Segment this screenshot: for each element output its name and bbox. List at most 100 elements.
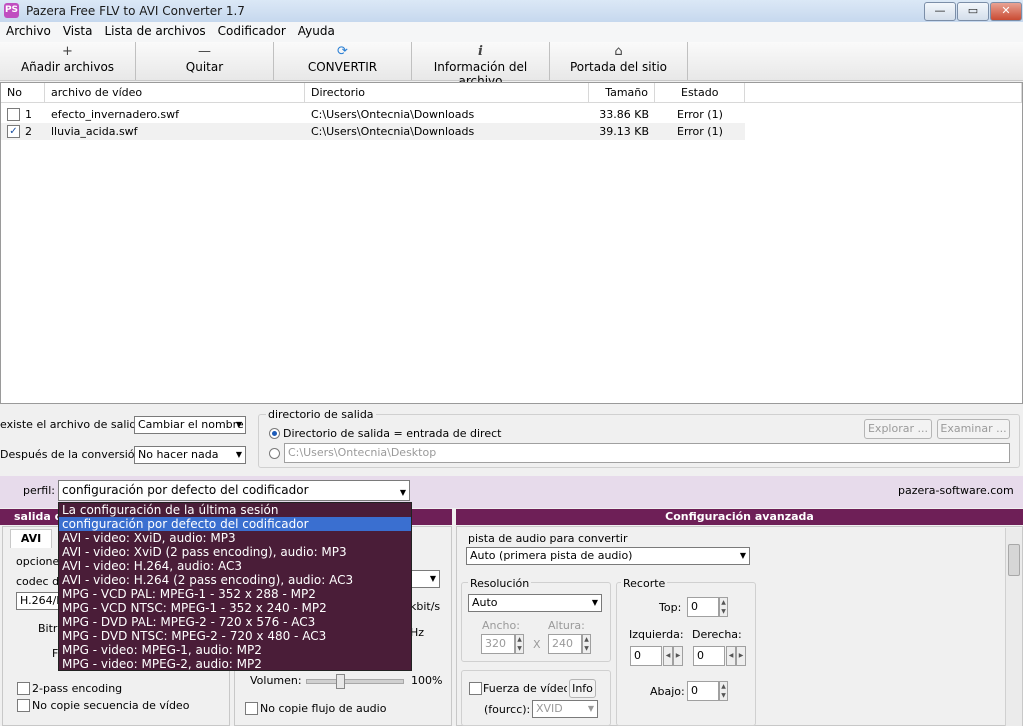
info-button[interactable]: Info [569,679,596,698]
top-label: Top: [659,601,682,614]
fourcc-label: (fourcc): [484,703,531,716]
volume-slider-track[interactable] [306,679,404,684]
profile-option[interactable]: AVI - video: H.264 (2 pass encoding), au… [59,573,411,587]
after-label: Después de la conversión: [0,448,146,461]
convert-label: CONVERTIR [307,60,378,74]
menu-codificador[interactable]: Codificador [212,22,292,38]
row-no: 2 [25,125,32,138]
menu-archivo[interactable]: Archivo [0,22,57,38]
menu-bar: Archivo Vista Lista de archivos Codificador… [0,22,1023,42]
chevron-down-icon: ▼ [235,420,242,429]
two-pass-checkbox[interactable] [17,682,30,695]
column-size[interactable]: Tamaño [589,83,655,103]
column-no[interactable]: No [1,83,45,103]
force-video-label: Fuerza de vídeo c [483,682,567,695]
x-separator: X [533,638,541,651]
crop-left-input[interactable]: 0 [630,646,662,666]
audio-codec-select[interactable]: ▼ [410,570,440,588]
custom-dir-input[interactable]: C:\Users\Ontecnia\Desktop [284,443,1010,463]
crop-right-stepper-right[interactable]: ▶ [736,646,746,666]
remove-button[interactable]: — Quitar [136,42,274,80]
tab-avi[interactable]: AVI [10,529,52,548]
crop-right-input[interactable]: 0 [693,646,725,666]
row-status: Error (1) [677,108,723,121]
crop-left-stepper-right[interactable]: ▶ [673,646,683,666]
crop-right-stepper[interactable]: ◀ [726,646,736,666]
output-dir-group-label: directorio de salida [266,408,376,421]
profile-option[interactable]: configuración por defecto del codificado… [59,517,411,531]
resolution-select[interactable]: Auto ▼ [468,594,602,612]
audio-track-value: Auto (primera pista de audio) [470,549,633,562]
exists-label: existe el archivo de salida: [0,418,147,431]
profile-option[interactable]: MPG - DVD NTSC: MPEG-2 - 720 x 480 - AC3 [59,629,411,643]
maximize-button[interactable]: ▭ [957,2,989,21]
fourcc-select[interactable]: XVID ▼ [532,700,598,718]
row-no: 1 [25,108,32,121]
table-row[interactable]: 1 efecto_invernadero.swf C:\Users\Ontecn… [1,106,745,123]
crop-bottom-input[interactable]: 0 [687,681,719,701]
height-stepper[interactable]: ▲ ▼ [582,634,591,654]
profile-select[interactable]: configuración por defecto del codificado… [58,480,410,501]
profile-option[interactable]: MPG - VCD PAL: MPEG-1 - 352 x 288 - MP2 [59,587,411,601]
site-link[interactable]: pazera-software.com [898,484,1014,497]
convert-button[interactable]: ⟳ CONVERTIR [274,42,412,80]
column-video-file[interactable]: archivo de vídeo [45,83,305,103]
profile-option[interactable]: AVI - video: XviD, audio: MP3 [59,531,411,545]
profile-option[interactable]: MPG - video: MPEG-1, audio: MP2 [59,643,411,657]
add-files-button[interactable]: + Añadir archivos [0,42,136,80]
no-copy-video-checkbox[interactable] [17,699,30,712]
file-info-button[interactable]: i Información del archivo [412,42,550,88]
minimize-button[interactable]: — [924,2,956,21]
profile-option[interactable]: MPG - VCD NTSC: MPEG-1 - 352 x 240 - MP2 [59,601,411,615]
profile-option[interactable]: AVI - video: XviD (2 pass encoding), aud… [59,545,411,559]
hz-label: Hz [410,626,425,639]
column-directory[interactable]: Directorio [305,83,589,103]
explore-button[interactable]: Explorar ... [864,419,932,439]
profile-label: perfil: [23,484,55,497]
volume-value: 100% [411,674,443,687]
crop-left-stepper[interactable]: ◀ [663,646,673,666]
advanced-header: Configuración avanzada [456,509,1023,525]
exists-select[interactable]: Cambiar el nombre ▼ [134,416,246,434]
column-status[interactable]: Estado [655,83,745,103]
width-label: Ancho: [482,619,520,632]
force-video-checkbox[interactable] [469,682,482,695]
radio-same-dir[interactable] [269,428,280,439]
crop-top-input[interactable]: 0 [687,597,719,617]
kbits-label: kbit/s [410,600,441,613]
profile-option[interactable]: MPG - DVD PAL: MPEG-2 - 720 x 576 - AC3 [59,615,411,629]
file-list[interactable]: No archivo de vídeo Directorio Tamaño Es… [0,82,1023,404]
profile-option[interactable]: AVI - video: H.264, audio: AC3 [59,559,411,573]
crop-label: Recorte [621,577,668,590]
chevron-down-icon: ▼ [591,598,598,607]
menu-vista[interactable]: Vista [57,22,99,38]
crop-top-stepper[interactable]: ▲ ▼ [719,597,728,617]
menu-lista-de-archivos[interactable]: Lista de archivos [98,22,211,38]
crop-bottom-stepper[interactable]: ▲ ▼ [719,681,728,701]
audio-track-label: pista de audio para convertir [468,532,628,545]
homepage-button[interactable]: ⌂ Portada del sitio [550,42,688,80]
home-icon: ⌂ [614,44,623,59]
close-button[interactable]: ✕ [990,2,1022,21]
info-icon: i [478,44,483,59]
width-stepper[interactable]: ▲ ▼ [515,634,524,654]
no-copy-audio-checkbox[interactable] [245,702,258,715]
scrollbar-thumb[interactable] [1008,544,1020,576]
profile-dropdown-list[interactable]: La configuración de la última sesión conf… [58,502,412,671]
table-row[interactable]: ✓ 2 lluvia_acida.swf C:\Users\Ontecnia\D… [1,123,745,140]
audio-track-select[interactable]: Auto (primera pista de audio) ▼ [466,547,750,565]
profile-option[interactable]: MPG - video: MPEG-2, audio: MP2 [59,657,411,670]
row-file: lluvia_acida.swf [51,125,138,138]
radio-custom-dir[interactable] [269,448,280,459]
menu-ayuda[interactable]: Ayuda [292,22,341,38]
profile-option[interactable]: La configuración de la última sesión [59,503,411,517]
right-label: Derecha: [692,628,742,641]
volume-slider-thumb[interactable] [335,674,345,689]
browse-button[interactable]: Examinar ... [937,419,1010,439]
after-select[interactable]: No hacer nada ▼ [134,446,246,464]
width-input[interactable]: 320 [481,634,515,654]
row-dir: C:\Users\Ontecnia\Downloads [311,108,475,121]
volume-label: Volumen: [250,674,302,687]
chevron-down-icon: ▼ [587,704,594,713]
height-input[interactable]: 240 [548,634,582,654]
